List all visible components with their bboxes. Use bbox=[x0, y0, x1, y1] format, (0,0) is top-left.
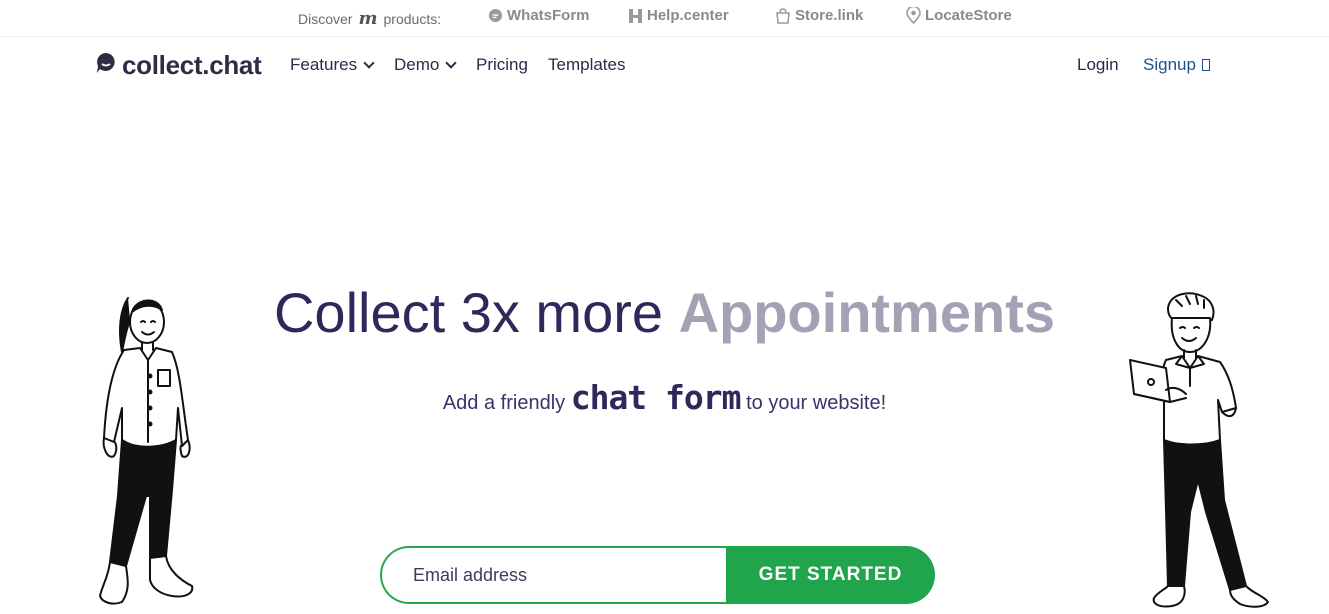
nav-label: Demo bbox=[394, 55, 440, 74]
nav-item-pricing[interactable]: Pricing bbox=[476, 55, 528, 75]
product-label: Help.center bbox=[647, 7, 729, 24]
product-label: Store.link bbox=[795, 7, 864, 24]
sub-prefix: Add a friendly bbox=[442, 392, 566, 414]
login-link[interactable]: Login bbox=[1077, 55, 1119, 75]
nav-label: Templates bbox=[548, 55, 626, 74]
product-link-helpcenter[interactable]: Help.center bbox=[628, 7, 729, 24]
product-link-whatsform[interactable]: WhatsForm bbox=[488, 7, 590, 24]
get-started-button[interactable]: GET STARTED bbox=[726, 546, 935, 604]
headline-highlight: Appointments bbox=[678, 281, 1055, 344]
nav-label: Pricing bbox=[476, 55, 528, 74]
email-input[interactable] bbox=[380, 546, 726, 604]
logo[interactable]: collect.chat bbox=[95, 50, 262, 81]
product-link-storelink[interactable]: Store.link bbox=[775, 7, 863, 24]
discover-prefix: Discover bbox=[298, 10, 353, 27]
chevron-down-icon bbox=[445, 57, 458, 69]
signup-link[interactable]: Signup bbox=[1143, 55, 1210, 75]
sub-suffix: to your website! bbox=[746, 392, 887, 414]
discover-label: Discover m products: bbox=[298, 8, 441, 29]
signup-label: Signup bbox=[1143, 55, 1196, 74]
chevron-down-icon bbox=[363, 57, 375, 69]
map-pin-icon bbox=[906, 7, 921, 24]
nav-item-templates[interactable]: Templates bbox=[548, 55, 625, 75]
nav-item-demo[interactable]: Demo bbox=[394, 55, 458, 75]
discover-suffix: products: bbox=[383, 10, 442, 27]
logo-text: collect.chat bbox=[122, 50, 262, 80]
man-with-laptop-illustration bbox=[1126, 290, 1276, 614]
discover-bar: Discover m products: WhatsForm Help.cent… bbox=[0, 0, 1329, 37]
shopping-bag-icon bbox=[775, 7, 791, 24]
main-nav: collect.chat Features Demo Pricing Templ… bbox=[0, 38, 1329, 92]
chat-bubble-logo-icon bbox=[95, 51, 117, 80]
nav-item-features[interactable]: Features bbox=[290, 55, 375, 75]
whatsapp-icon bbox=[488, 8, 503, 23]
email-signup-form: GET STARTED bbox=[380, 546, 935, 604]
external-link-icon bbox=[1201, 59, 1210, 71]
sub-highlight: chat form bbox=[570, 378, 742, 417]
woman-illustration bbox=[92, 290, 202, 614]
help-h-icon bbox=[628, 8, 643, 24]
product-link-locatestore[interactable]: LocateStore bbox=[906, 7, 1012, 24]
product-label: WhatsForm bbox=[507, 7, 590, 24]
product-label: LocateStore bbox=[925, 7, 1012, 24]
m-brand-logo-icon: m bbox=[358, 8, 378, 29]
headline-prefix: Collect 3x more bbox=[273, 281, 664, 344]
nav-label: Features bbox=[290, 55, 358, 74]
